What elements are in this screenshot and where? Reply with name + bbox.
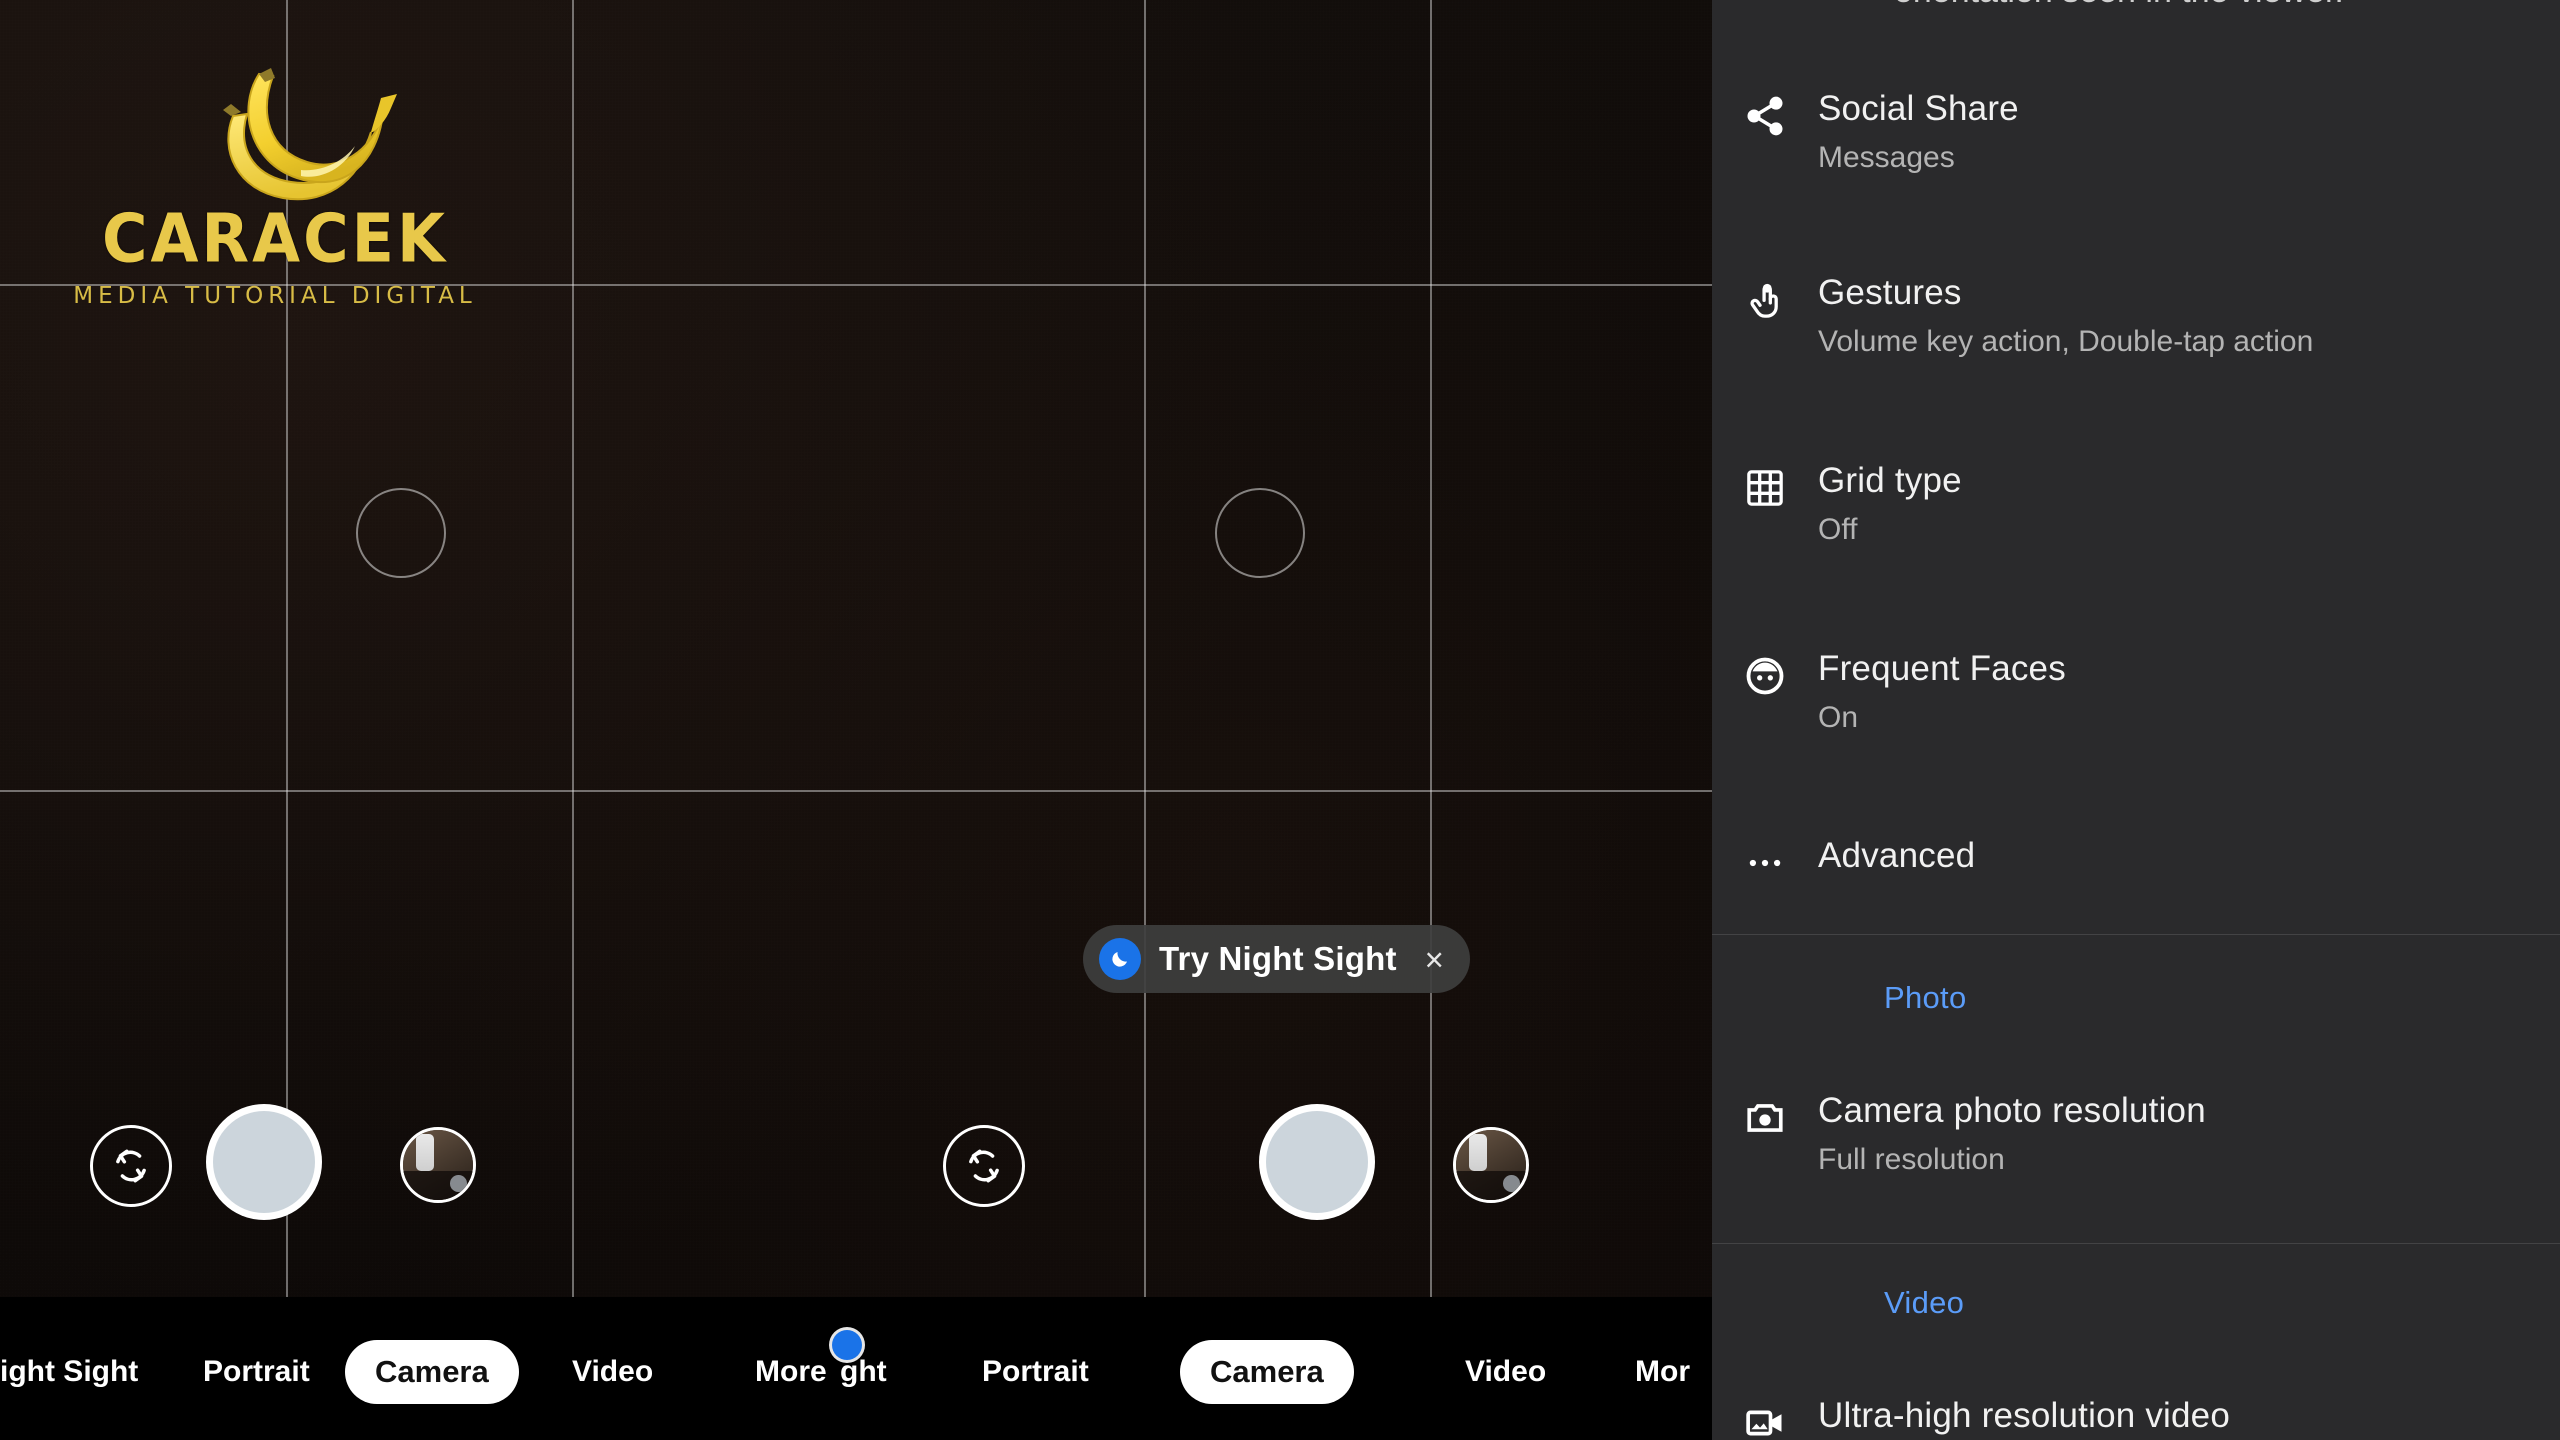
setting-subtitle: On	[1818, 701, 1859, 734]
camera-settings-panel[interactable]: orientation seen in the viewer. Social S…	[1712, 0, 2560, 1440]
clipped-description-label: orientation seen in the viewer.	[1894, 0, 2344, 11]
mode-camera[interactable]: Camera	[345, 1340, 519, 1404]
video-camera-icon	[1712, 1395, 1818, 1440]
flip-camera-icon[interactable]	[943, 1125, 1025, 1207]
setting-subtitle: Off	[1818, 513, 1858, 546]
shutter-button[interactable]	[1266, 1111, 1368, 1213]
focus-ring-left	[356, 488, 446, 578]
section-divider-video	[1712, 1243, 2560, 1244]
camera-controls-left	[90, 1125, 172, 1207]
moon-icon	[1099, 938, 1141, 980]
face-icon	[1712, 648, 1818, 698]
setting-row-gestures[interactable]: Gestures Volume key action, Double-tap a…	[1712, 272, 2560, 362]
setting-title: Social Share	[1818, 89, 2019, 128]
gallery-thumbnail[interactable]	[400, 1127, 476, 1203]
mode-more[interactable]: Mor	[1635, 1355, 1690, 1389]
setting-title: Advanced	[1818, 836, 1976, 875]
setting-title: Grid type	[1818, 461, 1962, 500]
setting-subtitle: Messages	[1818, 141, 1955, 174]
focus-ring-right	[1215, 488, 1305, 578]
setting-row-frequent-faces[interactable]: Frequent Faces On	[1712, 648, 2560, 738]
gallery-thumbnail[interactable]	[1453, 1127, 1529, 1203]
setting-title: Gestures	[1818, 273, 1962, 312]
grid-line-vertical-4	[1430, 0, 1432, 1297]
night-sight-label: Try Night Sight	[1159, 940, 1397, 977]
setting-title: Camera photo resolution	[1818, 1091, 2206, 1130]
mode-more[interactable]: More	[755, 1355, 827, 1389]
setting-subtitle: Full resolution	[1818, 1143, 2005, 1176]
shutter-button[interactable]	[213, 1111, 315, 1213]
setting-row-ultra-high-resolution-video[interactable]: Ultra-high resolution video	[1712, 1395, 2560, 1440]
setting-title: Ultra-high resolution video	[1818, 1396, 2231, 1435]
section-divider-photo	[1712, 934, 2560, 935]
camera-viewfinder[interactable]: CARACEK MEDIA TUTORIAL DIGITAL Try Night…	[0, 0, 1712, 1440]
watermark-title: CARACEK	[101, 199, 449, 278]
more-horizontal-icon	[1712, 835, 1818, 885]
close-icon[interactable]: ×	[1425, 943, 1444, 976]
watermark-logo: CARACEK MEDIA TUTORIAL DIGITAL	[40, 58, 510, 358]
try-night-sight-chip[interactable]: Try Night Sight ×	[1083, 925, 1470, 993]
mode-bar-left[interactable]: ight Sight Portrait Camera Video More	[0, 1297, 858, 1440]
setting-row-advanced[interactable]: Advanced	[1712, 835, 2560, 885]
mode-video[interactable]: Video	[1465, 1355, 1546, 1389]
grid-line-horizontal-2	[0, 790, 1712, 792]
section-header-photo: Photo	[1884, 980, 1967, 1015]
grid-line-vertical-2	[572, 0, 574, 1297]
mode-video[interactable]: Video	[572, 1355, 653, 1389]
grid-icon	[1712, 460, 1818, 510]
setting-title: Frequent Faces	[1818, 649, 2066, 688]
setting-subtitle: Volume key action, Double-tap action	[1818, 325, 2314, 358]
setting-row-grid-type[interactable]: Grid type Off	[1712, 460, 2560, 550]
bananas-icon	[175, 58, 405, 218]
setting-row-social-share[interactable]: Social Share Messages	[1712, 88, 2560, 178]
camera-icon	[1712, 1090, 1818, 1140]
mode-night-sight[interactable]: ight Sight	[0, 1355, 138, 1389]
watermark-subtitle: MEDIA TUTORIAL DIGITAL	[73, 283, 477, 309]
flip-camera-icon[interactable]	[90, 1125, 172, 1207]
share-icon	[1712, 88, 1818, 138]
mode-night-sight[interactable]: ght	[840, 1355, 887, 1389]
mode-portrait[interactable]: Portrait	[982, 1355, 1089, 1389]
gesture-tap-icon	[1712, 272, 1818, 322]
mode-portrait[interactable]: Portrait	[203, 1355, 310, 1389]
grid-line-vertical-3	[1144, 0, 1146, 1297]
mode-camera[interactable]: Camera	[1180, 1340, 1354, 1404]
setting-row-camera-photo-resolution[interactable]: Camera photo resolution Full resolution	[1712, 1090, 2560, 1180]
screenshot-root: CARACEK MEDIA TUTORIAL DIGITAL Try Night…	[0, 0, 2560, 1440]
mode-bar-right[interactable]: ght Portrait Camera Video Mor	[840, 1297, 1712, 1440]
clipped-description-text: orientation seen in the viewer.	[1712, 0, 2560, 30]
cursor-pointer-dot	[832, 1330, 862, 1360]
camera-controls-right	[943, 1125, 1025, 1207]
section-header-video: Video	[1884, 1285, 1965, 1320]
